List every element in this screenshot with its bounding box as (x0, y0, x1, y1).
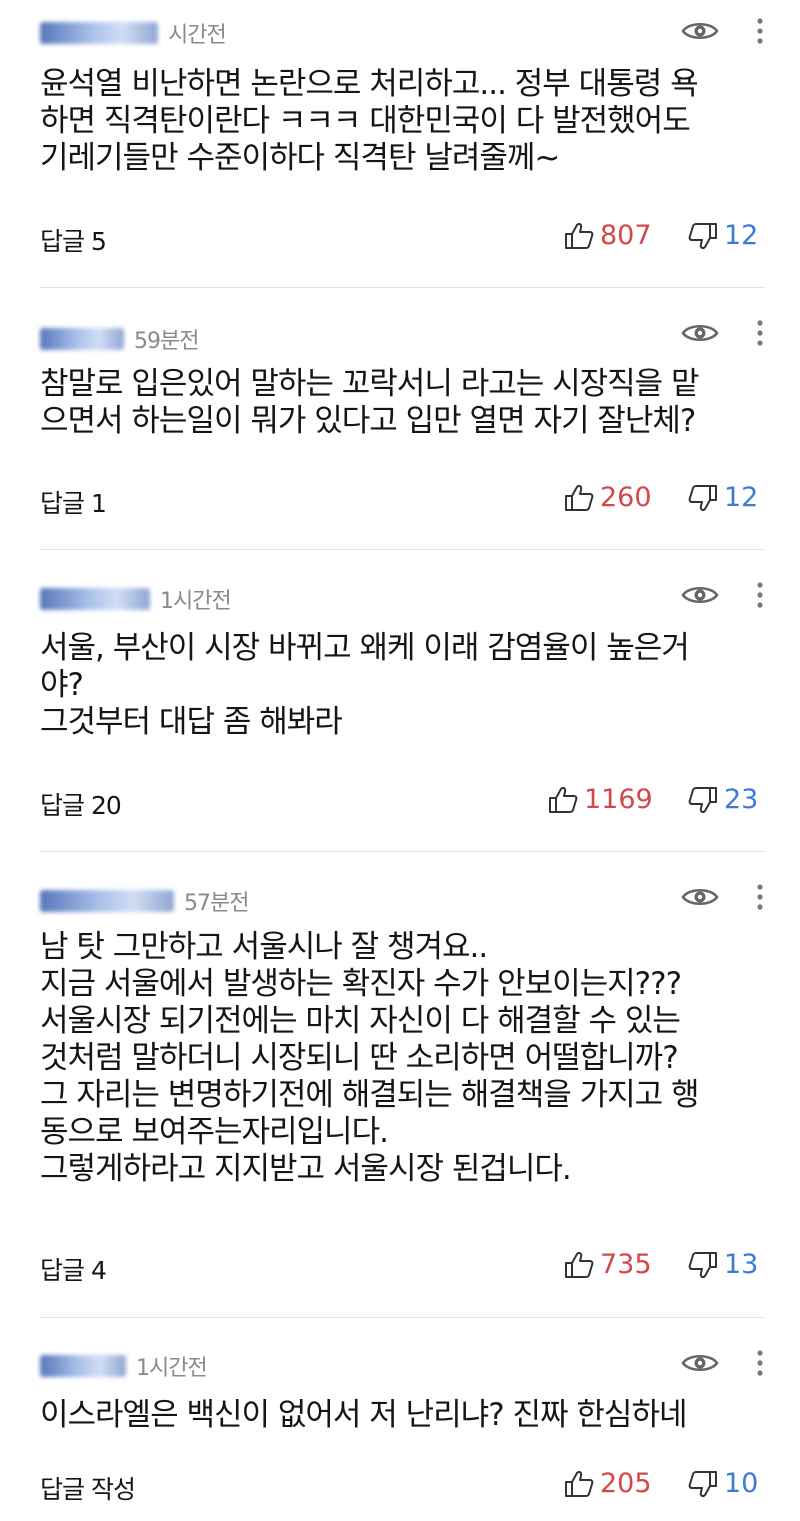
kebab-menu-icon[interactable] (748, 14, 772, 48)
eye-icon[interactable] (680, 16, 720, 46)
dislike-count: 12 (724, 482, 759, 513)
comment-time: 59분전 (134, 329, 199, 354)
dislike-button[interactable]: 23 (688, 784, 758, 815)
eye-icon[interactable] (680, 1348, 720, 1378)
eye-icon[interactable] (680, 882, 720, 912)
like-count: 807 (600, 220, 652, 251)
thumbs-up-icon (564, 1251, 594, 1279)
comment-time: 시간전 (168, 23, 227, 48)
comment-text: 서울, 부산이 시장 바뀌고 왜케 이래 감염율이 높은거 야? 그것부터 대답… (40, 630, 690, 740)
like-button[interactable]: 807 (564, 220, 652, 251)
dislike-button[interactable]: 12 (688, 482, 758, 513)
like-button[interactable]: 735 (564, 1249, 652, 1280)
dislike-button[interactable]: 13 (688, 1249, 758, 1280)
comment-time: 1시간전 (160, 589, 232, 614)
comment-meta: 1시간전 (40, 584, 232, 614)
eye-icon[interactable] (680, 580, 720, 610)
divider (40, 1317, 765, 1318)
kebab-menu-icon[interactable] (748, 1346, 772, 1380)
reply-button[interactable]: 답글 1 (40, 484, 107, 520)
thumbs-down-icon (688, 786, 718, 814)
dislike-count: 13 (724, 1249, 759, 1280)
thumbs-up-icon (564, 222, 594, 250)
comment-meta: 1시간전 (40, 1351, 208, 1381)
author-name-blurred[interactable] (40, 890, 174, 912)
comment-meta: 시간전 (40, 18, 227, 48)
like-count: 205 (600, 1468, 652, 1499)
dislike-button[interactable]: 10 (688, 1468, 758, 1499)
dislike-count: 12 (724, 220, 759, 251)
kebab-menu-icon[interactable] (748, 578, 772, 612)
reply-button[interactable]: 답글 작성 (40, 1470, 136, 1506)
thumbs-down-icon (688, 484, 718, 512)
thumbs-down-icon (688, 1251, 718, 1279)
comment-time: 57분전 (184, 891, 249, 916)
thumbs-up-icon (548, 786, 578, 814)
like-button[interactable]: 205 (564, 1468, 652, 1499)
like-count: 260 (600, 482, 652, 513)
divider (40, 851, 765, 852)
comment-meta: 59분전 (40, 324, 199, 354)
author-name-blurred[interactable] (40, 328, 124, 350)
dislike-count: 10 (724, 1468, 759, 1499)
kebab-menu-icon[interactable] (748, 316, 772, 350)
author-name-blurred[interactable] (40, 588, 150, 610)
like-count: 1169 (584, 784, 653, 815)
reply-button[interactable]: 답글 4 (40, 1251, 107, 1287)
comment-text: 윤석열 비난하면 논란으로 처리하고... 정부 대통령 욕 하면 직격탄이란다… (40, 66, 699, 176)
dislike-button[interactable]: 12 (688, 220, 758, 251)
divider (40, 287, 765, 288)
comment-text: 이스라엘은 백신이 없어서 저 난리냐? 진짜 한심하네 (40, 1397, 688, 1433)
dislike-count: 23 (724, 784, 759, 815)
eye-icon[interactable] (680, 318, 720, 348)
thumbs-up-icon (564, 484, 594, 512)
kebab-menu-icon[interactable] (748, 880, 772, 914)
comment-time: 1시간전 (136, 1356, 208, 1381)
author-name-blurred[interactable] (40, 1355, 126, 1377)
like-count: 735 (600, 1249, 652, 1280)
divider (40, 549, 765, 550)
comment-meta: 57분전 (40, 886, 249, 916)
reply-button[interactable]: 답글 5 (40, 222, 107, 258)
comment-text: 남 탓 그만하고 서울시나 잘 챙겨요.. 지금 서울에서 발생하는 확진자 수… (40, 929, 700, 1187)
thumbs-up-icon (564, 1470, 594, 1498)
thumbs-down-icon (688, 1470, 718, 1498)
reply-button[interactable]: 답글 20 (40, 786, 122, 822)
comment-text: 참말로 입은있어 말하는 꼬락서니 라고는 시장직을 맡 으면서 하는일이 뭐가… (40, 366, 700, 439)
like-button[interactable]: 1169 (548, 784, 653, 815)
author-name-blurred[interactable] (40, 22, 158, 44)
thumbs-down-icon (688, 222, 718, 250)
like-button[interactable]: 260 (564, 482, 652, 513)
